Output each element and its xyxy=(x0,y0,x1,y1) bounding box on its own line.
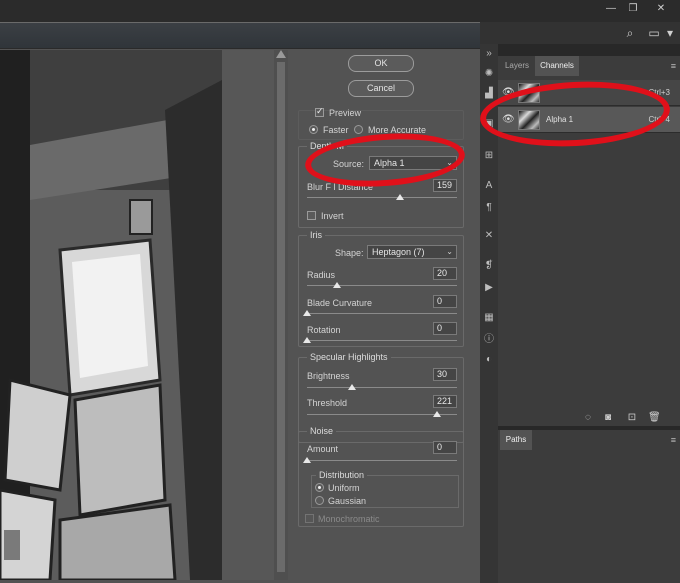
distribution-title: Distribution xyxy=(316,470,368,480)
trash-icon[interactable]: 🗑 xyxy=(648,412,661,424)
brush-icon[interactable]: ⊞ xyxy=(483,150,495,162)
rotation-slider[interactable] xyxy=(307,340,457,341)
preview-checkbox[interactable] xyxy=(315,106,324,117)
blur-focal-distance-thumb[interactable] xyxy=(396,194,404,200)
clone-source-icon[interactable]: ❡ xyxy=(483,260,495,272)
chevron-down-icon[interactable]: ▾ xyxy=(662,26,678,40)
chevron-down-icon: ⌄ xyxy=(446,247,453,256)
monochromatic-checkbox[interactable] xyxy=(305,514,314,523)
preview-artwork xyxy=(0,50,222,580)
tab-paths[interactable]: Paths xyxy=(500,430,532,450)
gaussian-radio[interactable] xyxy=(315,496,324,505)
scroll-up-icon[interactable] xyxy=(276,50,286,58)
dialog-title-bar[interactable] xyxy=(0,23,480,49)
paths-panel: Paths ≡ xyxy=(498,430,680,583)
info-icon[interactable]: ⓘ xyxy=(483,334,495,346)
scrollbar-thumb[interactable] xyxy=(277,62,285,572)
histogram-icon[interactable]: ▟ xyxy=(483,88,495,100)
character-icon[interactable]: A xyxy=(483,180,495,192)
adjustments-icon[interactable]: ✺ xyxy=(483,68,495,80)
amount-thumb[interactable] xyxy=(303,457,311,463)
restore-icon[interactable]: ❐ xyxy=(624,2,642,16)
blade-curvature-slider[interactable] xyxy=(307,313,457,314)
lens-blur-dialog: OK Cancel Preview Faster More Accurate D… xyxy=(0,22,480,583)
threshold-field[interactable]: 221 xyxy=(433,395,457,408)
minimize-icon[interactable]: — xyxy=(602,2,620,16)
threshold-thumb[interactable] xyxy=(433,411,441,417)
monochromatic-label: Monochromatic xyxy=(318,514,380,524)
preview-scrollbar[interactable] xyxy=(274,50,288,580)
shape-label: Shape: xyxy=(335,248,364,258)
rotation-field[interactable]: 0 xyxy=(433,322,457,335)
specular-highlights-title: Specular Highlights xyxy=(307,352,391,362)
brightness-thumb[interactable] xyxy=(348,384,356,390)
invert-checkbox[interactable] xyxy=(307,211,316,220)
uniform-radio[interactable] xyxy=(315,483,324,492)
tab-layers[interactable]: Layers xyxy=(500,56,534,76)
tab-channels[interactable]: Channels xyxy=(535,56,579,76)
radius-label: Radius xyxy=(307,270,336,280)
radius-slider[interactable] xyxy=(307,285,457,286)
blur-focal-distance-slider[interactable] xyxy=(307,197,457,198)
properties-icon[interactable]: ▦ xyxy=(483,312,495,324)
blade-curvature-field[interactable]: 0 xyxy=(433,295,457,308)
cancel-button[interactable]: Cancel xyxy=(348,80,414,97)
rotation-thumb[interactable] xyxy=(303,337,311,343)
invert-label: Invert xyxy=(321,211,344,221)
more-accurate-radio[interactable] xyxy=(354,125,363,134)
amount-label: Amount xyxy=(307,444,339,454)
new-channel-icon[interactable]: ⊡ xyxy=(626,412,638,424)
threshold-label: Threshold xyxy=(307,398,348,408)
load-selection-icon[interactable]: ◌ xyxy=(582,412,594,424)
play-icon[interactable]: ▶ xyxy=(483,282,495,294)
radius-thumb[interactable] xyxy=(333,282,341,288)
close-icon[interactable]: ✕ xyxy=(652,2,670,16)
collapse-icon[interactable]: » xyxy=(483,48,495,60)
preview-label: Preview xyxy=(329,108,362,118)
panel-menu-icon[interactable]: ≡ xyxy=(671,61,676,71)
blur-focal-distance-field[interactable]: 159 xyxy=(433,179,457,192)
tool-presets-icon[interactable]: ✕ xyxy=(483,230,495,242)
iris-group: Iris Shape: Heptagon (7) ⌄ Radius 20 Bla… xyxy=(298,230,464,347)
blade-curvature-label: Blade Curvature xyxy=(307,298,373,308)
distribution-group: Distribution Uniform Gaussian xyxy=(311,470,459,508)
noise-group: Noise Amount 0 Distribution Uniform Gaus… xyxy=(298,426,464,527)
app-title-bar: — ❐ ✕ xyxy=(0,0,680,22)
faster-radio[interactable] xyxy=(309,125,318,134)
shape-select[interactable]: Heptagon (7) ⌄ xyxy=(367,245,457,259)
panel-menu-icon[interactable]: ≡ xyxy=(671,435,676,445)
workspace-icon[interactable]: ▭ xyxy=(646,26,662,40)
shape-value: Heptagon (7) xyxy=(372,247,425,257)
radius-field[interactable]: 20 xyxy=(433,267,457,280)
amount-slider[interactable] xyxy=(307,460,457,461)
brightness-slider[interactable] xyxy=(307,387,457,388)
rotation-label: Rotation xyxy=(307,325,341,335)
blade-curvature-thumb[interactable] xyxy=(303,310,311,316)
brightness-field[interactable]: 30 xyxy=(433,368,457,381)
gaussian-label: Gaussian xyxy=(328,496,367,506)
preview-gutter xyxy=(222,50,274,580)
faster-label: Faster xyxy=(323,125,349,135)
ok-button[interactable]: OK xyxy=(348,55,414,72)
mask-icon[interactable]: ◙ xyxy=(602,412,614,424)
noise-title: Noise xyxy=(307,426,337,436)
uniform-label: Uniform xyxy=(328,483,360,493)
iris-title: Iris xyxy=(307,230,325,240)
brightness-label: Brightness xyxy=(307,371,350,381)
amount-field[interactable]: 0 xyxy=(433,441,457,454)
options-bar: ⌕ ▭ ▾ xyxy=(480,22,680,44)
paragraph-icon[interactable]: ¶ xyxy=(483,202,495,214)
styles-icon[interactable]: ◐ xyxy=(483,354,495,366)
preview-image[interactable] xyxy=(0,50,222,580)
search-icon[interactable]: ⌕ xyxy=(622,26,638,40)
